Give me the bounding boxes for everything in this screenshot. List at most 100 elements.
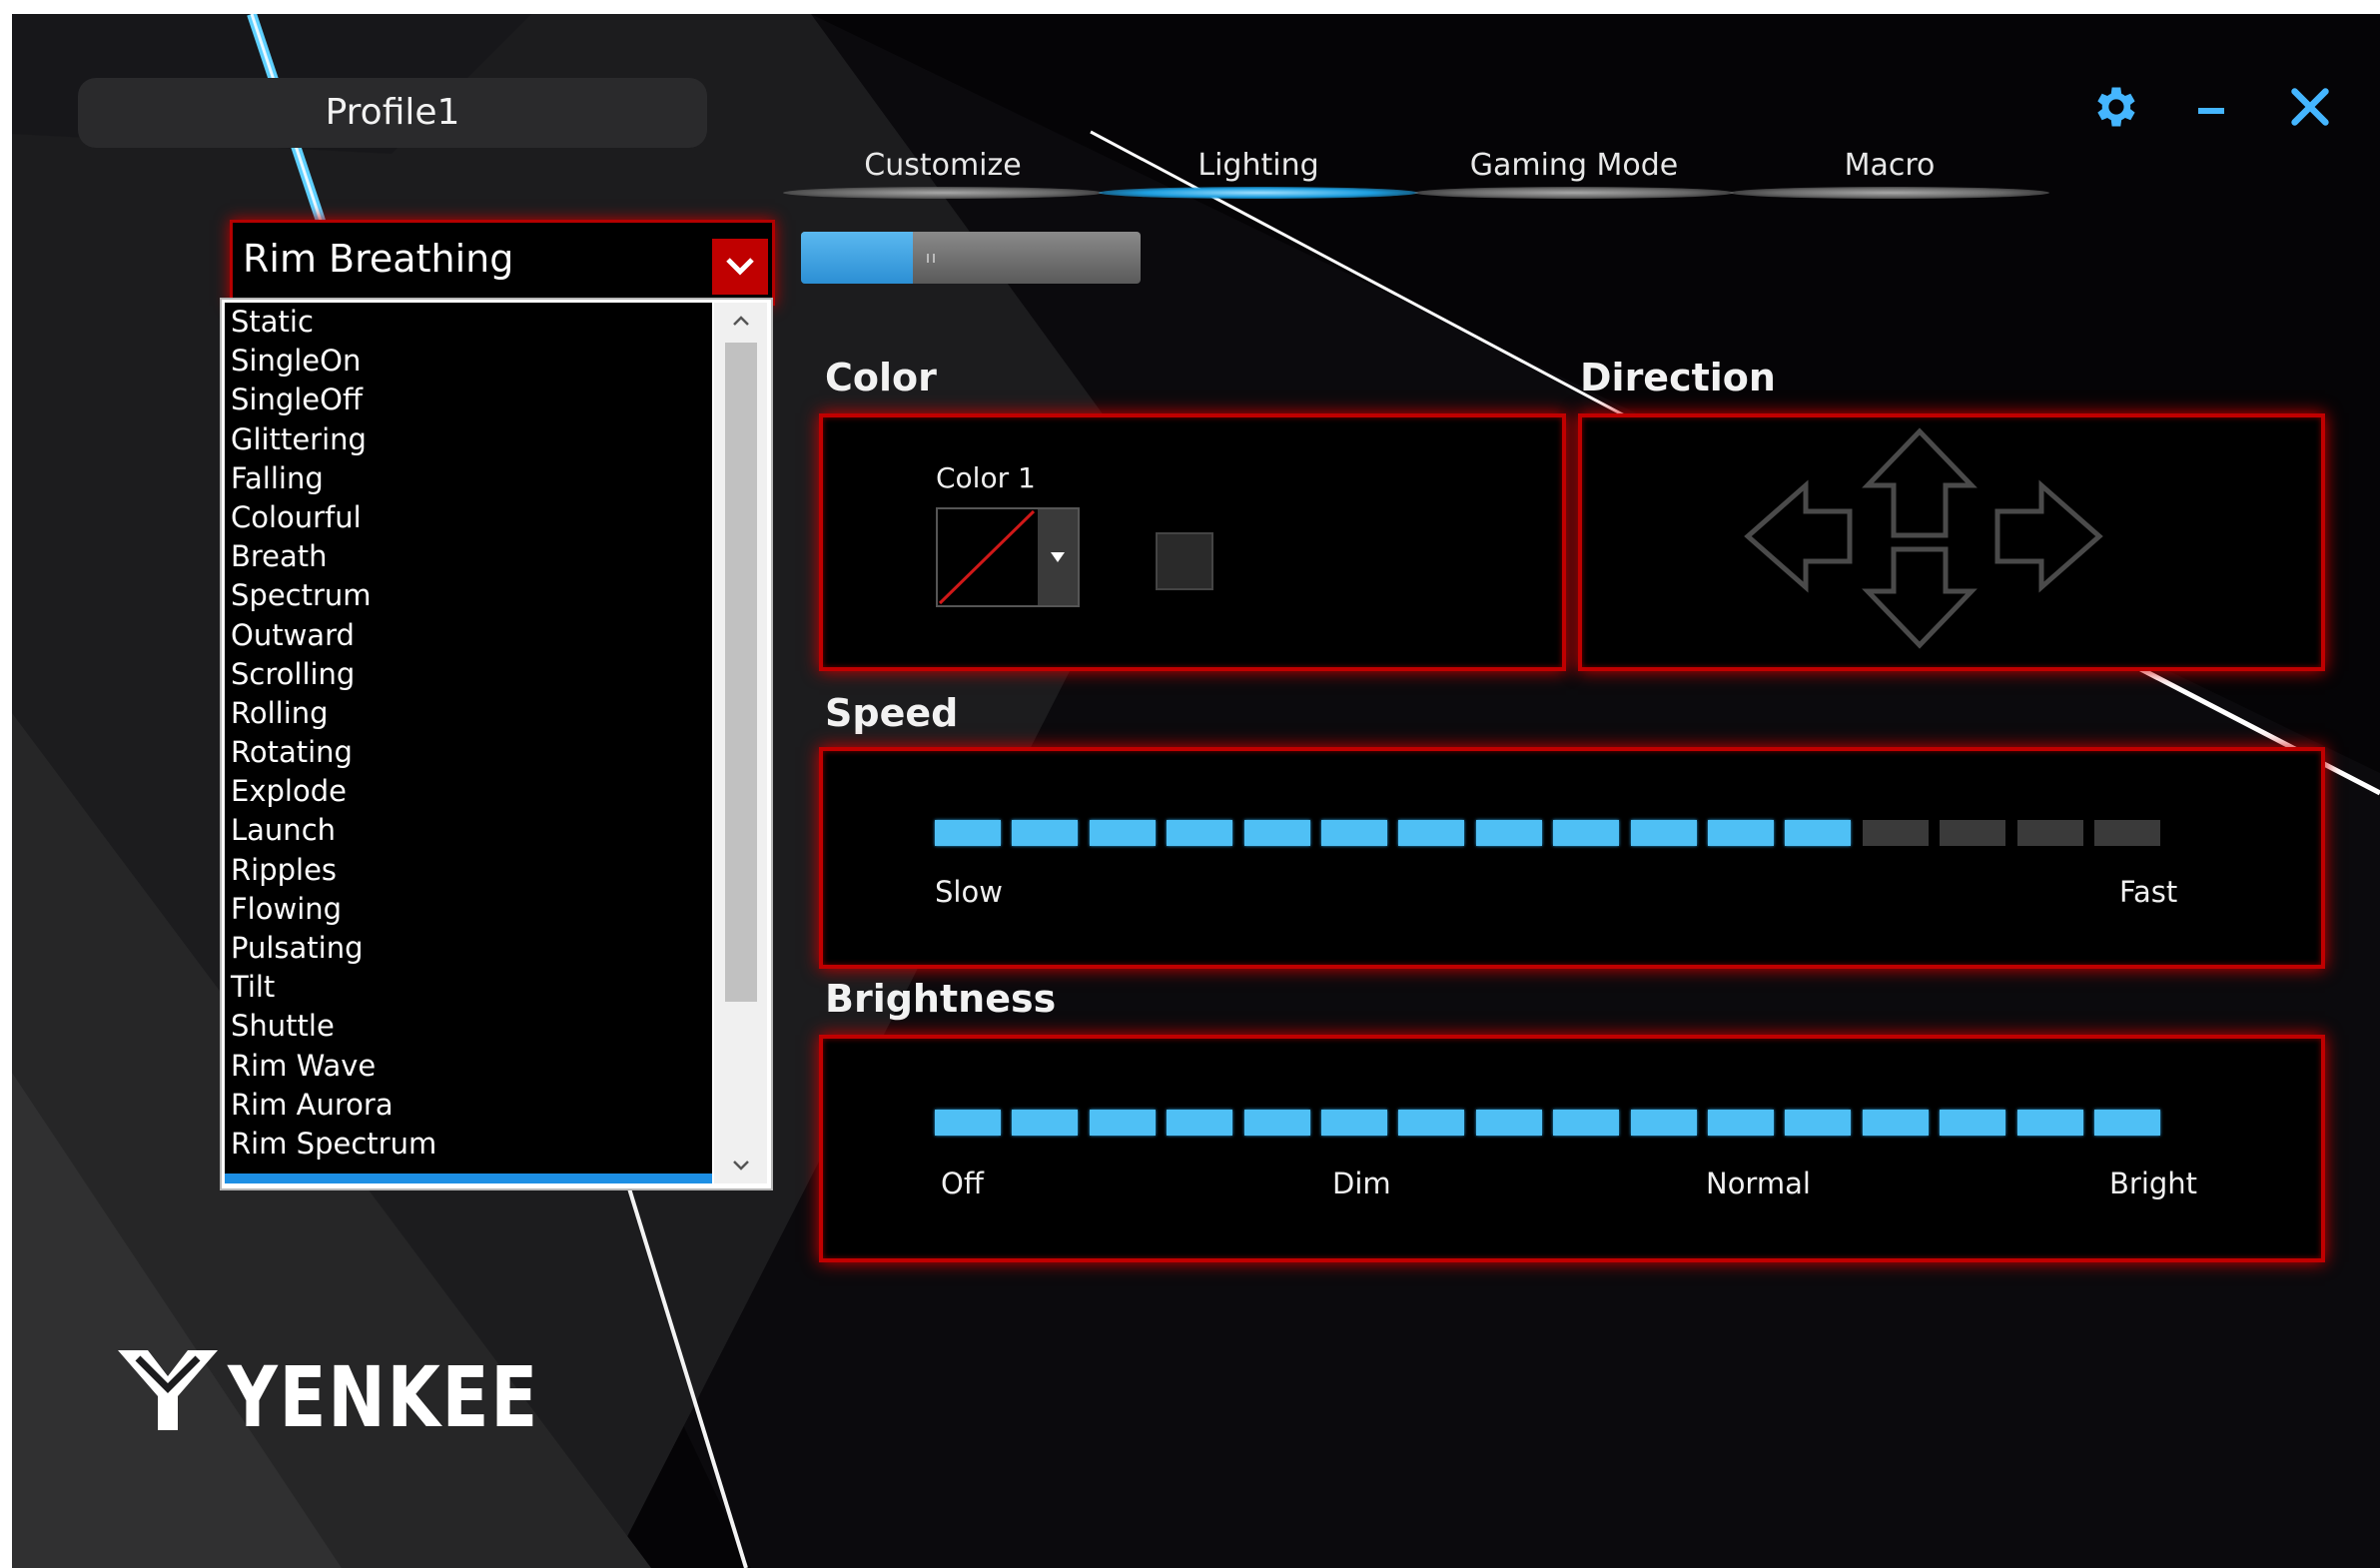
effect-options: Static SingleOn SingleOff Glittering Falling… (225, 303, 712, 1183)
level-segment[interactable] (1631, 1110, 1697, 1136)
direction-arrows (1744, 427, 2103, 649)
tab-indicator (1730, 187, 2049, 199)
level-segment[interactable] (2094, 1110, 2160, 1136)
scroll-down-button[interactable] (714, 1148, 767, 1183)
level-segment[interactable] (935, 820, 1001, 846)
dropdown-option[interactable]: Spectrum (225, 576, 712, 615)
tab-label: Lighting (1197, 148, 1319, 183)
tab-indicator (1414, 187, 1734, 199)
level-segment[interactable] (2017, 820, 2083, 846)
dropdown-option[interactable]: Tilt (225, 968, 712, 1007)
scroll-up-button[interactable] (714, 303, 767, 339)
brand-name: YENKEE (228, 1348, 539, 1446)
speed-section-title: Speed (825, 691, 959, 735)
level-segment[interactable] (1321, 820, 1387, 846)
dropdown-option[interactable]: SingleOn (225, 342, 712, 381)
level-segment[interactable] (1167, 1110, 1232, 1136)
level-segment[interactable] (1012, 1110, 1078, 1136)
level-segment[interactable] (1940, 820, 2005, 846)
dropdown-option[interactable]: Launch (225, 811, 712, 850)
tab-label: Gaming Mode (1469, 148, 1679, 183)
level-segment[interactable] (1631, 820, 1697, 846)
level-segment[interactable] (1553, 820, 1619, 846)
toggle-fill (801, 232, 913, 284)
color1-picker[interactable] (936, 507, 1080, 607)
brightness-section-title: Brightness (825, 977, 1057, 1021)
dropdown-option[interactable]: Rotating (225, 733, 712, 772)
dropdown-option[interactable]: Explode (225, 772, 712, 811)
tab-gaming-mode[interactable]: Gaming Mode (1414, 132, 1734, 204)
level-segment[interactable] (1398, 1110, 1464, 1136)
level-segment[interactable] (1244, 820, 1310, 846)
level-segment[interactable] (1398, 820, 1464, 846)
arrow-right-icon[interactable] (1994, 479, 2103, 593)
level-segment[interactable] (1090, 1110, 1156, 1136)
tab-lighting[interactable]: Lighting (1099, 132, 1418, 204)
dropdown-option[interactable]: Shuttle (225, 1007, 712, 1046)
grip-icon (927, 254, 935, 263)
level-segment[interactable] (1708, 820, 1774, 846)
color-swatch[interactable] (1156, 532, 1213, 590)
level-segment[interactable] (1012, 820, 1078, 846)
dropdown-option[interactable]: SingleOff (225, 381, 712, 419)
level-segment[interactable] (1940, 1110, 2005, 1136)
minimize-button[interactable] (2177, 72, 2247, 142)
lighting-toggle-slider[interactable] (801, 232, 1141, 284)
level-segment[interactable] (1863, 1110, 1929, 1136)
speed-panel (819, 747, 2325, 969)
dropdown-option[interactable]: Breath (225, 537, 712, 576)
dropdown-option[interactable]: Pulsating (225, 929, 712, 968)
arrow-down-icon[interactable] (1862, 546, 1978, 649)
level-segment[interactable] (1785, 1110, 1851, 1136)
minimize-icon (2198, 108, 2224, 114)
chevron-up-icon (732, 316, 749, 326)
level-segment[interactable] (1785, 820, 1851, 846)
level-segment[interactable] (1321, 1110, 1387, 1136)
dropdown-scrollbar[interactable] (714, 303, 767, 1183)
level-segment[interactable] (2017, 1110, 2083, 1136)
arrow-left-icon[interactable] (1744, 479, 1853, 593)
dropdown-option[interactable]: Outward (225, 616, 712, 655)
effect-selected-value: Rim Breathing (243, 237, 514, 281)
dropdown-option[interactable]: Ripples (225, 851, 712, 890)
close-button[interactable] (2275, 72, 2345, 142)
level-segment[interactable] (1476, 1110, 1542, 1136)
tab-indicator (783, 187, 1103, 199)
scrollbar-thumb[interactable] (725, 343, 757, 1002)
dropdown-option[interactable]: Static (225, 303, 712, 342)
tab-customize[interactable]: Customize (783, 132, 1103, 204)
effect-dropdown[interactable]: Rim Breathing (230, 220, 775, 306)
level-segment[interactable] (1553, 1110, 1619, 1136)
dropdown-option[interactable]: Rim Wave (225, 1047, 712, 1086)
yenkee-logo-icon (118, 1350, 218, 1430)
app-window: Profile1 Customize Lighting Gaming Mode … (12, 14, 2380, 1568)
chevron-down-icon (732, 1161, 749, 1171)
toggle-knob[interactable] (913, 232, 935, 284)
profile-selector[interactable]: Profile1 (78, 78, 707, 148)
level-segment[interactable] (1244, 1110, 1310, 1136)
dropdown-option[interactable]: Colourful (225, 498, 712, 537)
level-segment[interactable] (1708, 1110, 1774, 1136)
selected-option-highlight (225, 1174, 712, 1183)
tab-macro[interactable]: Macro (1730, 132, 2049, 204)
level-segment[interactable] (2094, 820, 2160, 846)
dropdown-option[interactable]: Falling (225, 459, 712, 498)
color1-dropdown-button[interactable] (1038, 509, 1078, 605)
level-segment[interactable] (1863, 820, 1929, 846)
dropdown-option[interactable]: Glittering (225, 420, 712, 459)
gear-icon (2097, 87, 2135, 127)
dropdown-toggle-button[interactable] (712, 239, 768, 295)
dropdown-option[interactable]: Rim Aurora (225, 1086, 712, 1125)
tab-label: Customize (864, 148, 1022, 183)
settings-button[interactable] (2079, 72, 2149, 142)
level-segment[interactable] (1167, 820, 1232, 846)
dropdown-option[interactable]: Scrolling (225, 655, 712, 694)
dropdown-option[interactable]: Rim Spectrum (225, 1125, 712, 1164)
level-segment[interactable] (1476, 820, 1542, 846)
direction-section-title: Direction (1580, 356, 1776, 399)
dropdown-option[interactable]: Rolling (225, 694, 712, 733)
level-segment[interactable] (935, 1110, 1001, 1136)
dropdown-option[interactable]: Flowing (225, 890, 712, 929)
level-segment[interactable] (1090, 820, 1156, 846)
arrow-up-icon[interactable] (1862, 427, 1978, 538)
